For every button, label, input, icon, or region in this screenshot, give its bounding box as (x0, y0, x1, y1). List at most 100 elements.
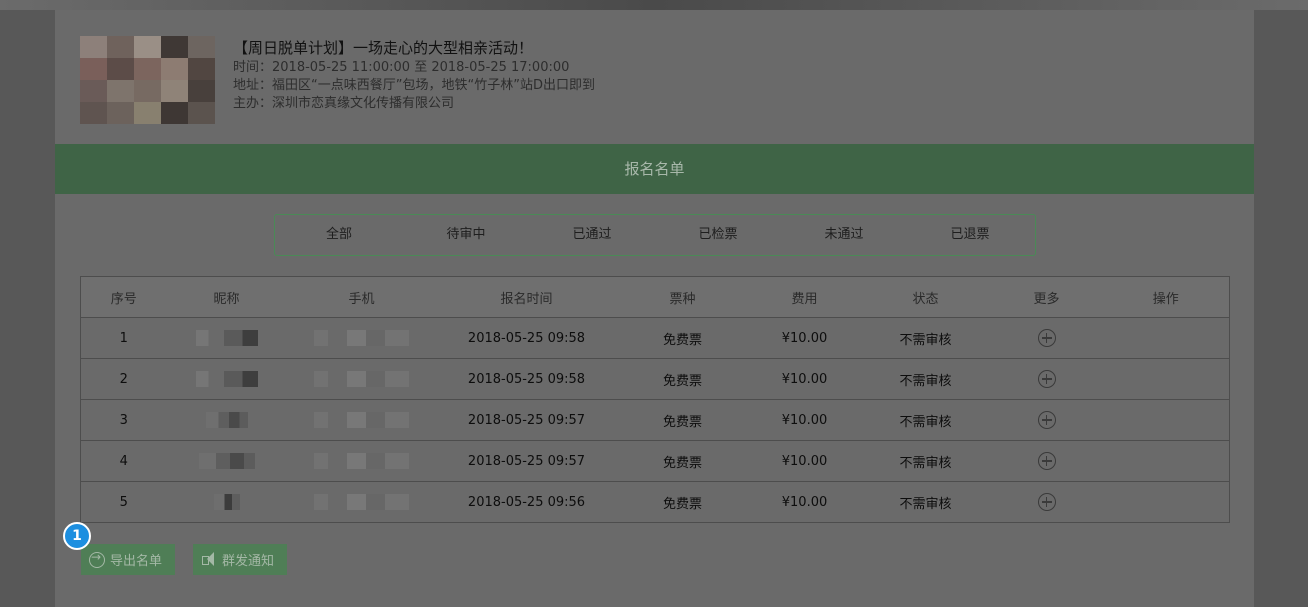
row-fee: ¥10.00 (748, 481, 861, 523)
blurred-nickname (205, 412, 248, 428)
row-index: 4 (80, 440, 167, 482)
filter-refunded[interactable]: 已退票 (907, 215, 1033, 255)
export-list-button[interactable]: 导出名单 (81, 544, 175, 575)
row-signup-time: 2018-05-25 09:57 (436, 399, 617, 441)
blurred-nickname (195, 330, 258, 346)
event-thumbnail[interactable] (80, 36, 215, 124)
signup-table: 序号 昵称 手机 报名时间 票种 费用 状态 更多 操作 1 2018-05-2… (80, 276, 1230, 523)
right-gutter (1254, 10, 1308, 607)
event-info: 【周日脱单计划】一场走心的大型相亲活动！ 时间：2018-05-25 11:00… (233, 38, 595, 112)
row-status: 不需审核 (860, 317, 991, 359)
row-more (990, 317, 1103, 359)
col-nickname: 昵称 (166, 276, 287, 318)
row-fee: ¥10.00 (748, 358, 861, 400)
export-list-label: 导出名单 (110, 554, 163, 569)
row-status: 不需审核 (860, 440, 991, 482)
filter-pending[interactable]: 待审中 (403, 215, 529, 255)
status-filter-tabs: 全部 待审中 已通过 已检票 未通过 已退票 (274, 214, 1036, 256)
row-fee: ¥10.00 (748, 440, 861, 482)
blurred-nickname (198, 453, 255, 469)
blurred-nickname (195, 371, 258, 387)
event-title[interactable]: 【周日脱单计划】一场走心的大型相亲活动！ (233, 38, 595, 58)
row-more (990, 358, 1103, 400)
row-status: 不需审核 (860, 481, 991, 523)
filter-approved[interactable]: 已通过 (529, 215, 655, 255)
row-ticket-type: 免费票 (616, 399, 749, 441)
row-actions (1102, 440, 1230, 482)
event-host: 主办：深圳市恋真缘文化传播有限公司 (233, 96, 455, 111)
blurred-phone (314, 412, 409, 428)
export-arrow-icon (89, 550, 105, 568)
table-row: 5 2018-05-25 09:56 免费票 ¥10.00 不需审核 (80, 481, 1230, 523)
row-phone (286, 481, 437, 523)
row-ticket-type: 免费票 (616, 440, 749, 482)
mass-notify-button[interactable]: 群发通知 (193, 544, 287, 575)
row-nickname (166, 481, 287, 523)
row-index: 1 (80, 317, 167, 359)
col-more: 更多 (990, 276, 1103, 318)
row-phone (286, 399, 437, 441)
row-nickname (166, 358, 287, 400)
row-nickname (166, 317, 287, 359)
blurred-phone (314, 494, 409, 510)
row-more (990, 399, 1103, 441)
filter-all[interactable]: 全部 (275, 215, 403, 255)
plus-circle-icon[interactable] (1037, 452, 1056, 470)
row-phone (286, 358, 437, 400)
row-phone (286, 317, 437, 359)
event-time: 时间：2018-05-25 11:00:00 至 2018-05-25 17:0… (233, 60, 570, 75)
row-actions (1102, 317, 1230, 359)
row-signup-time: 2018-05-25 09:57 (436, 440, 617, 482)
table-header-row: 序号 昵称 手机 报名时间 票种 费用 状态 更多 操作 (80, 276, 1230, 318)
row-more (990, 481, 1103, 523)
blurred-phone (314, 371, 409, 387)
row-nickname (166, 399, 287, 441)
plus-circle-icon[interactable] (1037, 411, 1056, 429)
row-ticket-type: 免费票 (616, 317, 749, 359)
row-actions (1102, 481, 1230, 523)
row-more (990, 440, 1103, 482)
blurred-phone (314, 330, 409, 346)
col-actions: 操作 (1102, 276, 1230, 318)
row-ticket-type: 免费票 (616, 358, 749, 400)
event-summary: 【周日脱单计划】一场走心的大型相亲活动！ 时间：2018-05-25 11:00… (80, 36, 1180, 124)
col-ticket-type: 票种 (616, 276, 749, 318)
row-index: 3 (80, 399, 167, 441)
row-signup-time: 2018-05-25 09:58 (436, 317, 617, 359)
top-bar (0, 0, 1308, 10)
signup-list-header: 报名名单 (55, 144, 1254, 194)
row-status: 不需审核 (860, 399, 991, 441)
row-ticket-type: 免费票 (616, 481, 749, 523)
event-address: 地址：福田区“一点味西餐厅”包场，地铁“竹子林”站D出口即到 (233, 78, 595, 93)
row-nickname (166, 440, 287, 482)
row-fee: ¥10.00 (748, 317, 861, 359)
tour-step-badge[interactable]: 1 (63, 522, 91, 550)
speaker-icon (201, 551, 217, 568)
row-signup-time: 2018-05-25 09:58 (436, 358, 617, 400)
blurred-nickname (213, 494, 240, 510)
main-panel: 【周日脱单计划】一场走心的大型相亲活动！ 时间：2018-05-25 11:00… (55, 10, 1254, 607)
mass-notify-label: 群发通知 (222, 554, 275, 569)
left-gutter (0, 10, 55, 607)
table-row: 1 2018-05-25 09:58 免费票 ¥10.00 不需审核 (80, 317, 1230, 359)
row-index: 2 (80, 358, 167, 400)
filter-rejected[interactable]: 未通过 (781, 215, 907, 255)
table-row: 2 2018-05-25 09:58 免费票 ¥10.00 不需审核 (80, 358, 1230, 400)
filter-checked-in[interactable]: 已检票 (655, 215, 781, 255)
col-signup-time: 报名时间 (436, 276, 617, 318)
plus-circle-icon[interactable] (1037, 329, 1056, 347)
row-index: 5 (80, 481, 167, 523)
row-status: 不需审核 (860, 358, 991, 400)
row-fee: ¥10.00 (748, 399, 861, 441)
col-fee: 费用 (748, 276, 861, 318)
blurred-phone (314, 453, 409, 469)
plus-circle-icon[interactable] (1037, 493, 1056, 511)
row-phone (286, 440, 437, 482)
row-signup-time: 2018-05-25 09:56 (436, 481, 617, 523)
col-index: 序号 (80, 276, 167, 318)
row-actions (1102, 358, 1230, 400)
plus-circle-icon[interactable] (1037, 370, 1056, 388)
col-phone: 手机 (286, 276, 437, 318)
table-row: 3 2018-05-25 09:57 免费票 ¥10.00 不需审核 (80, 399, 1230, 441)
table-row: 4 2018-05-25 09:57 免费票 ¥10.00 不需审核 (80, 440, 1230, 482)
